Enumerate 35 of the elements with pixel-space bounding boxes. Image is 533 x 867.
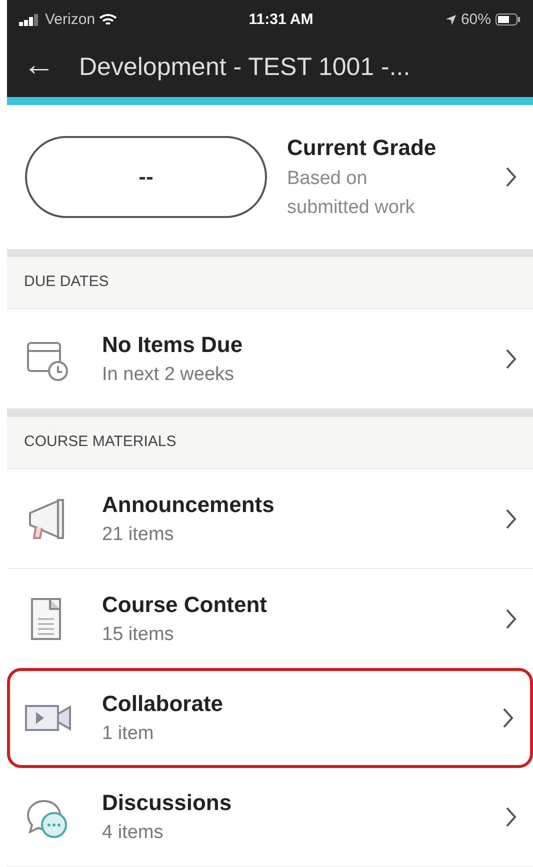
list-item[interactable]: Announcements 21 items — [7, 469, 533, 569]
item-subtitle: 4 items — [102, 820, 164, 845]
course-title: Development - TEST 1001 -... — [79, 52, 410, 84]
item-subtitle: 21 items — [102, 522, 175, 547]
chevron-right-icon — [502, 707, 514, 729]
item-title: Course Content — [102, 590, 268, 619]
list-item[interactable]: Discussions 4 items — [7, 767, 533, 867]
section-header: DUE DATES — [7, 257, 533, 309]
clock-time: 11:31 AM — [248, 10, 314, 30]
signal-icon — [19, 14, 41, 26]
back-button[interactable]: ← — [23, 48, 55, 88]
chevron-right-icon — [505, 806, 517, 828]
chevron-right-icon — [505, 348, 517, 370]
wifi-icon — [99, 12, 118, 27]
battery-icon — [495, 13, 521, 26]
grade-row[interactable]: -- Current Grade Based on submitted work — [7, 104, 533, 249]
item-subtitle: In next 2 weeks — [102, 362, 236, 387]
grade-title: Current Grade — [287, 134, 438, 162]
item-title: Discussions — [102, 788, 233, 817]
battery-percent: 60% — [460, 10, 491, 30]
location-arrow-icon — [444, 14, 457, 26]
carrier-name: Verizon — [45, 10, 96, 30]
grade-subtitle: Based on submitted work — [287, 167, 416, 220]
grade-pill: -- — [25, 136, 267, 218]
chevron-right-icon — [505, 166, 517, 188]
list-item[interactable]: Collaborate 1 item — [7, 668, 533, 768]
list-item[interactable]: Course Content 15 items — [7, 569, 533, 669]
item-subtitle: 15 items — [102, 622, 175, 647]
section-header: COURSE MATERIALS — [7, 417, 533, 469]
item-title: Announcements — [102, 490, 276, 519]
item-subtitle: 1 item — [102, 722, 155, 746]
chevron-right-icon — [505, 508, 517, 530]
chevron-right-icon — [505, 608, 517, 630]
item-title: Collaborate — [102, 690, 224, 718]
item-title: No Items Due — [102, 330, 244, 359]
